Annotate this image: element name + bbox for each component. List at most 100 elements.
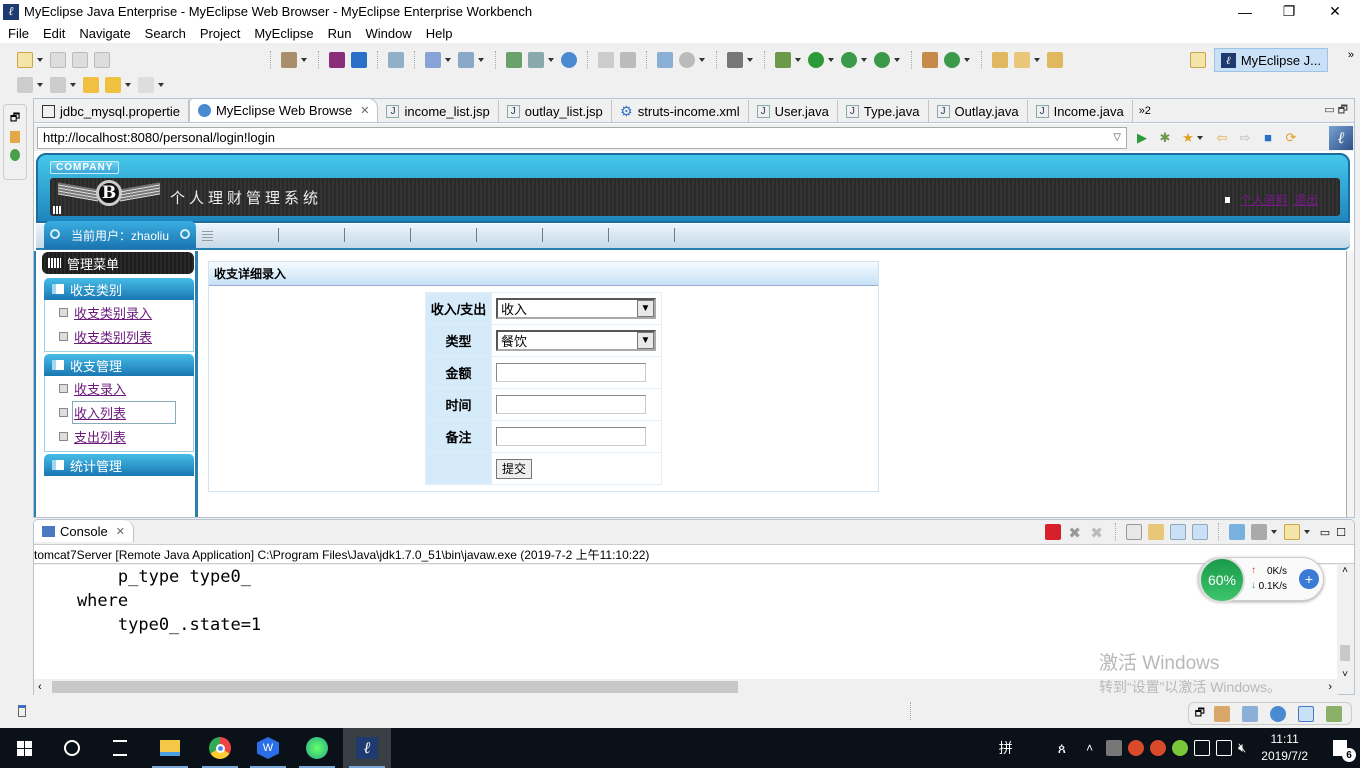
tab-type-java[interactable]: J Type.java xyxy=(838,100,929,122)
prev-edit-dropdown-icon[interactable] xyxy=(70,83,76,87)
battery-icon[interactable] xyxy=(1194,740,1211,756)
maximize-console-icon[interactable]: ☐ xyxy=(1336,526,1346,539)
back-icon[interactable] xyxy=(105,77,121,93)
new-ejb-icon[interactable] xyxy=(329,52,345,68)
print-icon[interactable] xyxy=(94,52,110,68)
coverage-icon[interactable] xyxy=(841,52,857,68)
open-console-dropdown-icon[interactable] xyxy=(1303,530,1310,534)
qq-icon-2[interactable] xyxy=(1150,740,1167,756)
add-icon[interactable]: + xyxy=(1299,569,1319,589)
menu-file[interactable]: File xyxy=(8,26,29,41)
tab-outlay-list-jsp[interactable]: Joutlay_list.jsp xyxy=(499,100,612,122)
browser-globe-icon[interactable] xyxy=(561,52,577,68)
task-view-button[interactable] xyxy=(96,728,144,768)
open-folder-icon[interactable] xyxy=(1047,52,1063,68)
category-list-link[interactable]: 收支类别列表 xyxy=(74,327,152,346)
tab-web-browser[interactable]: MyEclipse Web Browse ✕ xyxy=(188,98,379,122)
chevron-down-icon[interactable]: ▼ xyxy=(637,300,654,317)
url-history-dropdown-icon[interactable]: ▽ xyxy=(1113,132,1121,143)
wizard-icon[interactable] xyxy=(425,52,441,68)
debug-dropdown-icon[interactable] xyxy=(795,58,801,62)
menu-edit[interactable]: Edit xyxy=(43,26,65,41)
favorites-icon[interactable]: ★ xyxy=(1180,130,1196,146)
go-icon[interactable]: ▶ xyxy=(1134,130,1150,146)
perspective-myeclipse-button[interactable]: ℓ MyEclipse J... xyxy=(1213,48,1328,72)
browser-stop-icon[interactable]: ■ xyxy=(1260,130,1276,146)
new-dropdown-icon[interactable] xyxy=(37,58,43,62)
next-annotation-icon[interactable] xyxy=(620,52,636,68)
taskbar-file-explorer[interactable] xyxy=(146,728,194,768)
remove-launch-icon[interactable]: ✖ xyxy=(1067,524,1083,542)
scroll-down-icon[interactable]: ˅ xyxy=(1337,669,1353,680)
amount-input[interactable] xyxy=(496,363,646,382)
income-list-link[interactable]: 收入列表 xyxy=(71,400,177,424)
menu-search[interactable]: Search xyxy=(145,26,186,41)
problems-icon[interactable] xyxy=(1214,705,1230,722)
taskbar-app[interactable] xyxy=(293,728,341,768)
people-icon[interactable]: ጰ xyxy=(1058,740,1066,757)
open-type-icon[interactable] xyxy=(992,52,1008,68)
sidebar-section-statistics[interactable]: 统计管理 xyxy=(44,454,194,476)
tools-icon[interactable] xyxy=(679,52,695,68)
browser-vscroll[interactable] xyxy=(1346,251,1354,517)
show-on-stderr-icon[interactable] xyxy=(1191,524,1208,540)
scroll-up-icon[interactable]: ˄ xyxy=(1337,565,1353,576)
sidebar-section-transactions[interactable]: 收支管理 xyxy=(44,354,194,376)
open-task-icon[interactable] xyxy=(1014,52,1030,68)
remove-all-icon[interactable]: ✖ xyxy=(1089,524,1105,542)
network-icon[interactable] xyxy=(1216,740,1233,756)
close-button[interactable]: ✕ xyxy=(1312,0,1358,23)
perspective-overflow-icon[interactable]: » xyxy=(1348,49,1354,61)
coverage-dropdown-icon[interactable] xyxy=(861,58,867,62)
external-tools-icon[interactable] xyxy=(874,52,890,68)
network-monitor-widget[interactable]: 60% ↑ ↓ 0K/s 0.1K/s + xyxy=(1198,557,1324,603)
minimize-console-icon[interactable]: ▭ xyxy=(1320,526,1330,539)
maximize-editor-icon[interactable]: 🗗 xyxy=(1338,104,1348,116)
vscroll-thumb[interactable] xyxy=(1340,645,1350,661)
new-bean-icon[interactable] xyxy=(351,52,367,68)
minimize-button[interactable]: — xyxy=(1222,0,1268,23)
server-dropdown-icon[interactable] xyxy=(301,58,307,62)
back-dropdown-icon[interactable] xyxy=(125,83,131,87)
run-server-dropdown-icon[interactable] xyxy=(548,58,554,62)
wizard-dropdown-icon[interactable] xyxy=(445,58,451,62)
run-server-icon[interactable] xyxy=(528,52,544,68)
web-2-icon[interactable] xyxy=(388,52,404,68)
browser-refresh-icon[interactable]: ⟳ xyxy=(1283,130,1299,146)
display-console-icon[interactable] xyxy=(1250,524,1267,540)
taskbar-myeclipse[interactable]: ℓ xyxy=(343,728,391,768)
display-console-dropdown-icon[interactable] xyxy=(1270,530,1277,534)
minimize-editor-icon[interactable]: ▭ xyxy=(1324,104,1334,116)
prev-edit-icon[interactable] xyxy=(50,77,66,93)
menu-run[interactable]: Run xyxy=(328,26,352,41)
tab-jdbc-properties[interactable]: jdbc_mysql.propertie xyxy=(34,100,189,122)
scroll-right-icon[interactable]: › xyxy=(1328,681,1332,693)
menu-window[interactable]: Window xyxy=(365,26,411,41)
open-console-icon[interactable] xyxy=(1283,524,1300,540)
menu-help[interactable]: Help xyxy=(426,26,453,41)
outlay-list-link[interactable]: 支出列表 xyxy=(74,427,126,446)
save-icon[interactable] xyxy=(50,52,66,68)
browser-forward-icon[interactable]: ⇨ xyxy=(1237,130,1253,146)
camera-dropdown-icon[interactable] xyxy=(747,58,753,62)
camera-icon[interactable] xyxy=(727,52,743,68)
sidebar-section-category[interactable]: 收支类别 xyxy=(44,278,194,300)
tab-outlay-java[interactable]: J Outlay.java xyxy=(929,100,1028,122)
submit-button[interactable]: 提交 xyxy=(496,458,533,479)
tray-device-icon[interactable] xyxy=(1106,740,1123,756)
pin-console-icon[interactable] xyxy=(1228,524,1245,540)
browser-back-icon[interactable]: ⇦ xyxy=(1214,130,1230,146)
package-explorer-icon[interactable] xyxy=(10,131,20,143)
transaction-add-link[interactable]: 收支录入 xyxy=(74,379,126,398)
tab-income-list-jsp[interactable]: Jincome_list.jsp xyxy=(378,100,499,122)
search-wizard-dropdown-icon[interactable] xyxy=(478,58,484,62)
restore-icon[interactable]: 🗗 xyxy=(8,111,22,125)
favorites-dropdown-icon[interactable] xyxy=(1197,135,1203,140)
outline-icon[interactable] xyxy=(10,149,20,161)
security-icon[interactable] xyxy=(1172,740,1189,756)
server-icon[interactable] xyxy=(281,52,297,68)
start-button[interactable] xyxy=(0,728,48,768)
forward-dropdown-icon[interactable] xyxy=(158,83,164,87)
close-tab-icon[interactable]: ✕ xyxy=(360,104,369,117)
hscroll-thumb[interactable] xyxy=(52,681,738,693)
